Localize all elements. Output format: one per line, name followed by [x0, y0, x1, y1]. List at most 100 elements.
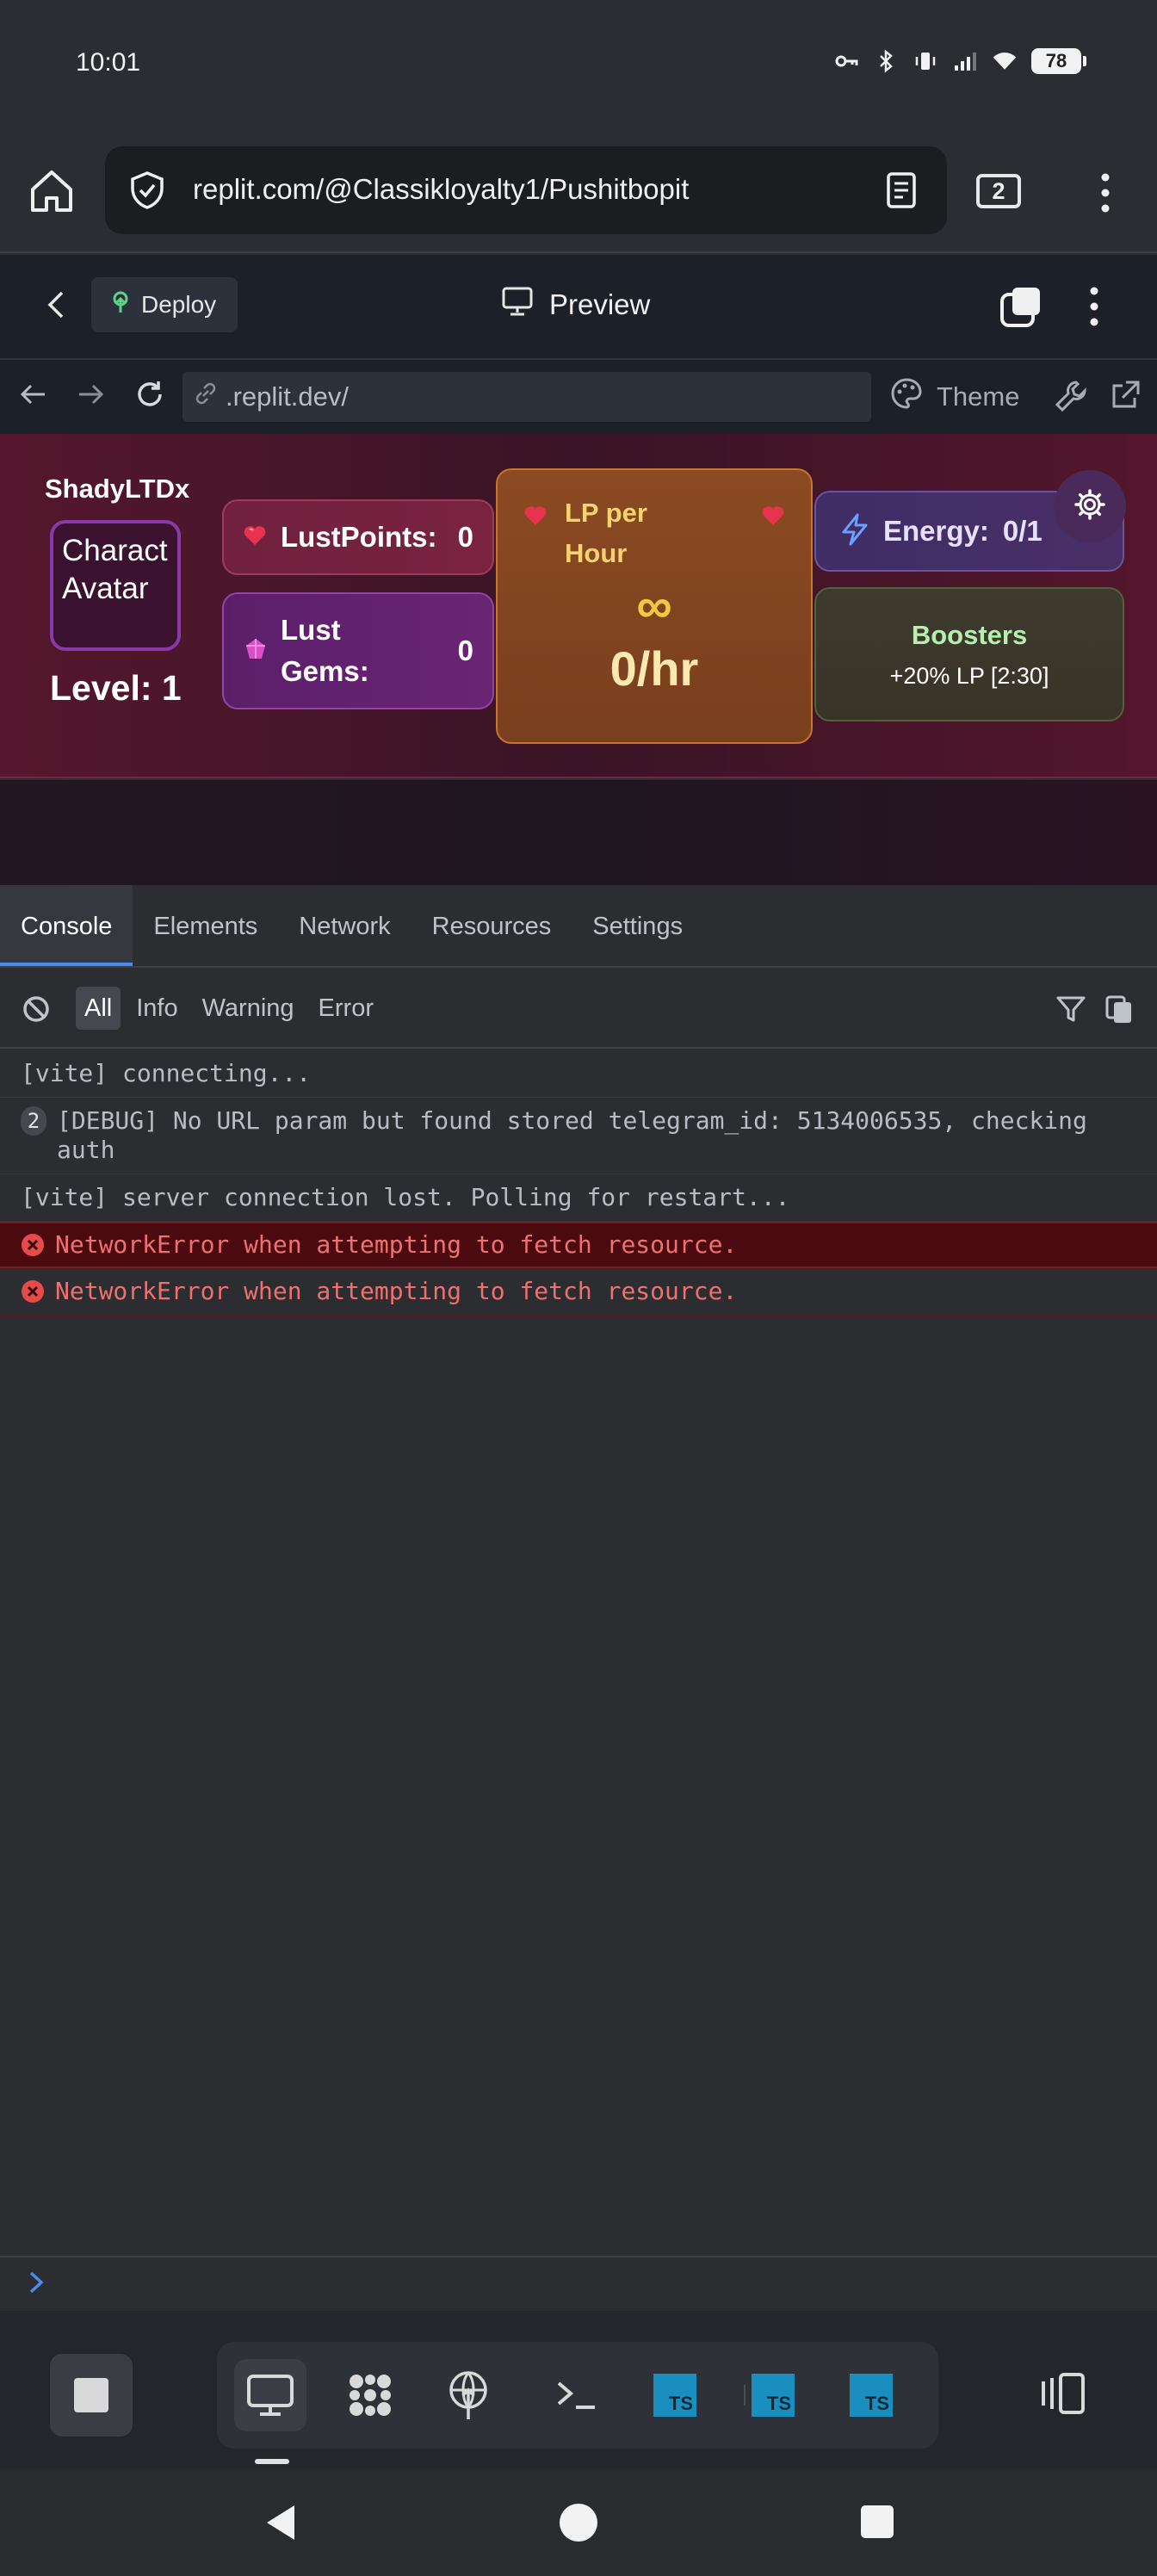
preview-tool-button[interactable] — [234, 2359, 306, 2431]
split-view-icon[interactable] — [1038, 2368, 1090, 2419]
nav-home-icon[interactable] — [560, 2504, 597, 2542]
boosters-subtitle: +20% LP [2:30] — [889, 662, 1049, 689]
heart-right-icon — [761, 505, 785, 531]
ts-file-tab-3[interactable]: TS — [835, 2359, 907, 2431]
preview-title: Preview — [501, 286, 650, 324]
grid-dots-icon — [350, 2375, 391, 2416]
browser-menu-icon[interactable] — [1086, 170, 1124, 215]
tab-switcher-button[interactable]: 2 — [976, 174, 1021, 208]
shell-tool-button[interactable] — [541, 2359, 613, 2431]
back-chevron-icon[interactable] — [40, 288, 74, 322]
graph-tool-button[interactable] — [334, 2359, 406, 2431]
preview-label: Preview — [549, 288, 651, 320]
settings-gear-button[interactable] — [1054, 470, 1126, 542]
arrow-right-icon[interactable] — [74, 377, 108, 412]
boosters-title: Boosters — [911, 619, 1028, 650]
shield-icon[interactable] — [127, 170, 167, 210]
status-time: 10:01 — [76, 48, 141, 77]
preview-url-input[interactable]: .replit.dev/ — [183, 372, 871, 422]
filter-all[interactable]: All — [76, 987, 121, 1030]
more-options-icon[interactable] — [1081, 284, 1107, 329]
new-tab-icon[interactable] — [999, 284, 1043, 329]
level-label: Level: 1 — [50, 668, 182, 708]
monitor-icon — [501, 286, 534, 324]
home-icon[interactable] — [24, 164, 79, 219]
log-message: [vite] server connection lost. Polling f… — [21, 1183, 790, 1211]
typescript-icon: TS — [850, 2374, 893, 2417]
lust-gems-value: 0 — [457, 635, 473, 666]
ts-file-tab-1[interactable]: TS — [639, 2359, 711, 2431]
refresh-icon[interactable] — [133, 377, 167, 412]
tool-bar: TS TS TS — [217, 2342, 938, 2449]
lp-per-hour-card: LP per Hour ∞ 0/hr — [496, 468, 813, 744]
monitor-icon — [247, 2375, 294, 2416]
arrow-left-icon[interactable] — [15, 377, 50, 412]
prompt-chevron-icon — [24, 2268, 50, 2297]
log-row-error: NetworkError when attempting to fetch re… — [0, 1268, 1157, 1316]
preview-url-text: .replit.dev/ — [226, 381, 350, 412]
deploy-label: Deploy — [141, 291, 217, 318]
vpn-key-icon — [833, 48, 859, 74]
log-message: NetworkError when attempting to fetch re… — [55, 1277, 738, 1305]
lust-points-label: LustPoints: — [281, 521, 437, 553]
ts-label: TS — [668, 2393, 693, 2414]
infinity-symbol: ∞ — [636, 578, 672, 634]
heart-icon — [243, 524, 267, 551]
browser-toolbar: replit.com/@Classikloyalty1/Pushitbopit … — [0, 129, 1157, 253]
log-row: [vite] connecting... — [0, 1050, 1157, 1098]
lust-points-card: LustPoints: 0 — [222, 499, 494, 575]
signal-icon — [952, 48, 978, 74]
lust-gems-label: Lust Gems: — [281, 610, 369, 692]
tab-console[interactable]: Console — [0, 885, 133, 966]
game-header: ShadyLTDx Charact Avatar Level: 1 LustPo… — [0, 434, 1157, 778]
stop-icon — [74, 2378, 108, 2412]
tab-resources[interactable]: Resources — [411, 885, 572, 966]
ts-label: TS — [864, 2393, 889, 2414]
log-row: 2 [DEBUG] No URL param but found stored … — [0, 1098, 1157, 1174]
stop-button[interactable] — [50, 2354, 133, 2437]
status-bar: 10:01 78 — [0, 0, 1157, 129]
heart-left-icon — [523, 505, 548, 531]
replit-header: Deploy Preview — [0, 255, 1157, 360]
boosters-card[interactable]: Boosters +20% LP [2:30] — [814, 587, 1124, 721]
funnel-icon[interactable] — [1055, 994, 1086, 1025]
reader-mode-icon[interactable] — [882, 170, 921, 210]
browser-url-field[interactable]: replit.com/@Classikloyalty1/Pushitbopit — [105, 146, 947, 234]
theme-label: Theme — [937, 381, 1020, 412]
globe-deploy-icon — [449, 2371, 487, 2419]
clear-console-icon[interactable] — [21, 994, 52, 1025]
console-input[interactable] — [0, 2256, 1157, 2309]
filter-warning[interactable]: Warning — [194, 987, 303, 1030]
deploy-button[interactable]: Deploy — [91, 277, 238, 332]
username: ShadyLTDx — [45, 474, 190, 504]
avatar-text-line2: Avatar — [62, 572, 149, 605]
error-icon — [21, 1279, 45, 1303]
tab-settings[interactable]: Settings — [572, 885, 703, 966]
ts-label: TS — [766, 2393, 791, 2414]
gem-icon — [243, 636, 269, 666]
log-message: [DEBUG] No URL param but found stored te… — [57, 1106, 1087, 1164]
android-navigation-bar — [0, 2469, 1157, 2576]
palette-icon — [890, 377, 923, 417]
active-tool-indicator — [255, 2459, 289, 2464]
deploy-tool-button[interactable] — [432, 2359, 504, 2431]
open-external-icon[interactable] — [1107, 379, 1142, 413]
copy-icon[interactable] — [1104, 994, 1135, 1025]
tab-network[interactable]: Network — [278, 885, 411, 966]
lp-per-hour-line1: LP per — [565, 498, 647, 528]
tab-elements[interactable]: Elements — [133, 885, 278, 966]
filter-error[interactable]: Error — [310, 987, 382, 1030]
screen: 10:01 78 replit.com/@Classikloyalty1/Pus… — [0, 0, 1157, 2576]
browser-url-text: replit.com/@Classikloyalty1/Pushitbopit — [193, 173, 690, 205]
character-avatar[interactable]: Charact Avatar — [50, 520, 181, 651]
nav-recents-icon[interactable] — [861, 2505, 894, 2538]
preview-address-row: .replit.dev/ Theme — [0, 360, 1157, 434]
nav-back-icon[interactable] — [263, 2504, 298, 2546]
ts-file-tab-2[interactable]: TS — [737, 2359, 809, 2431]
wrench-icon[interactable] — [1054, 379, 1088, 413]
deploy-icon — [110, 290, 131, 320]
filter-info[interactable]: Info — [127, 987, 186, 1030]
theme-button[interactable]: Theme — [890, 377, 1019, 417]
lp-rate-value: 0/hr — [609, 641, 699, 696]
bluetooth-icon — [873, 48, 899, 74]
